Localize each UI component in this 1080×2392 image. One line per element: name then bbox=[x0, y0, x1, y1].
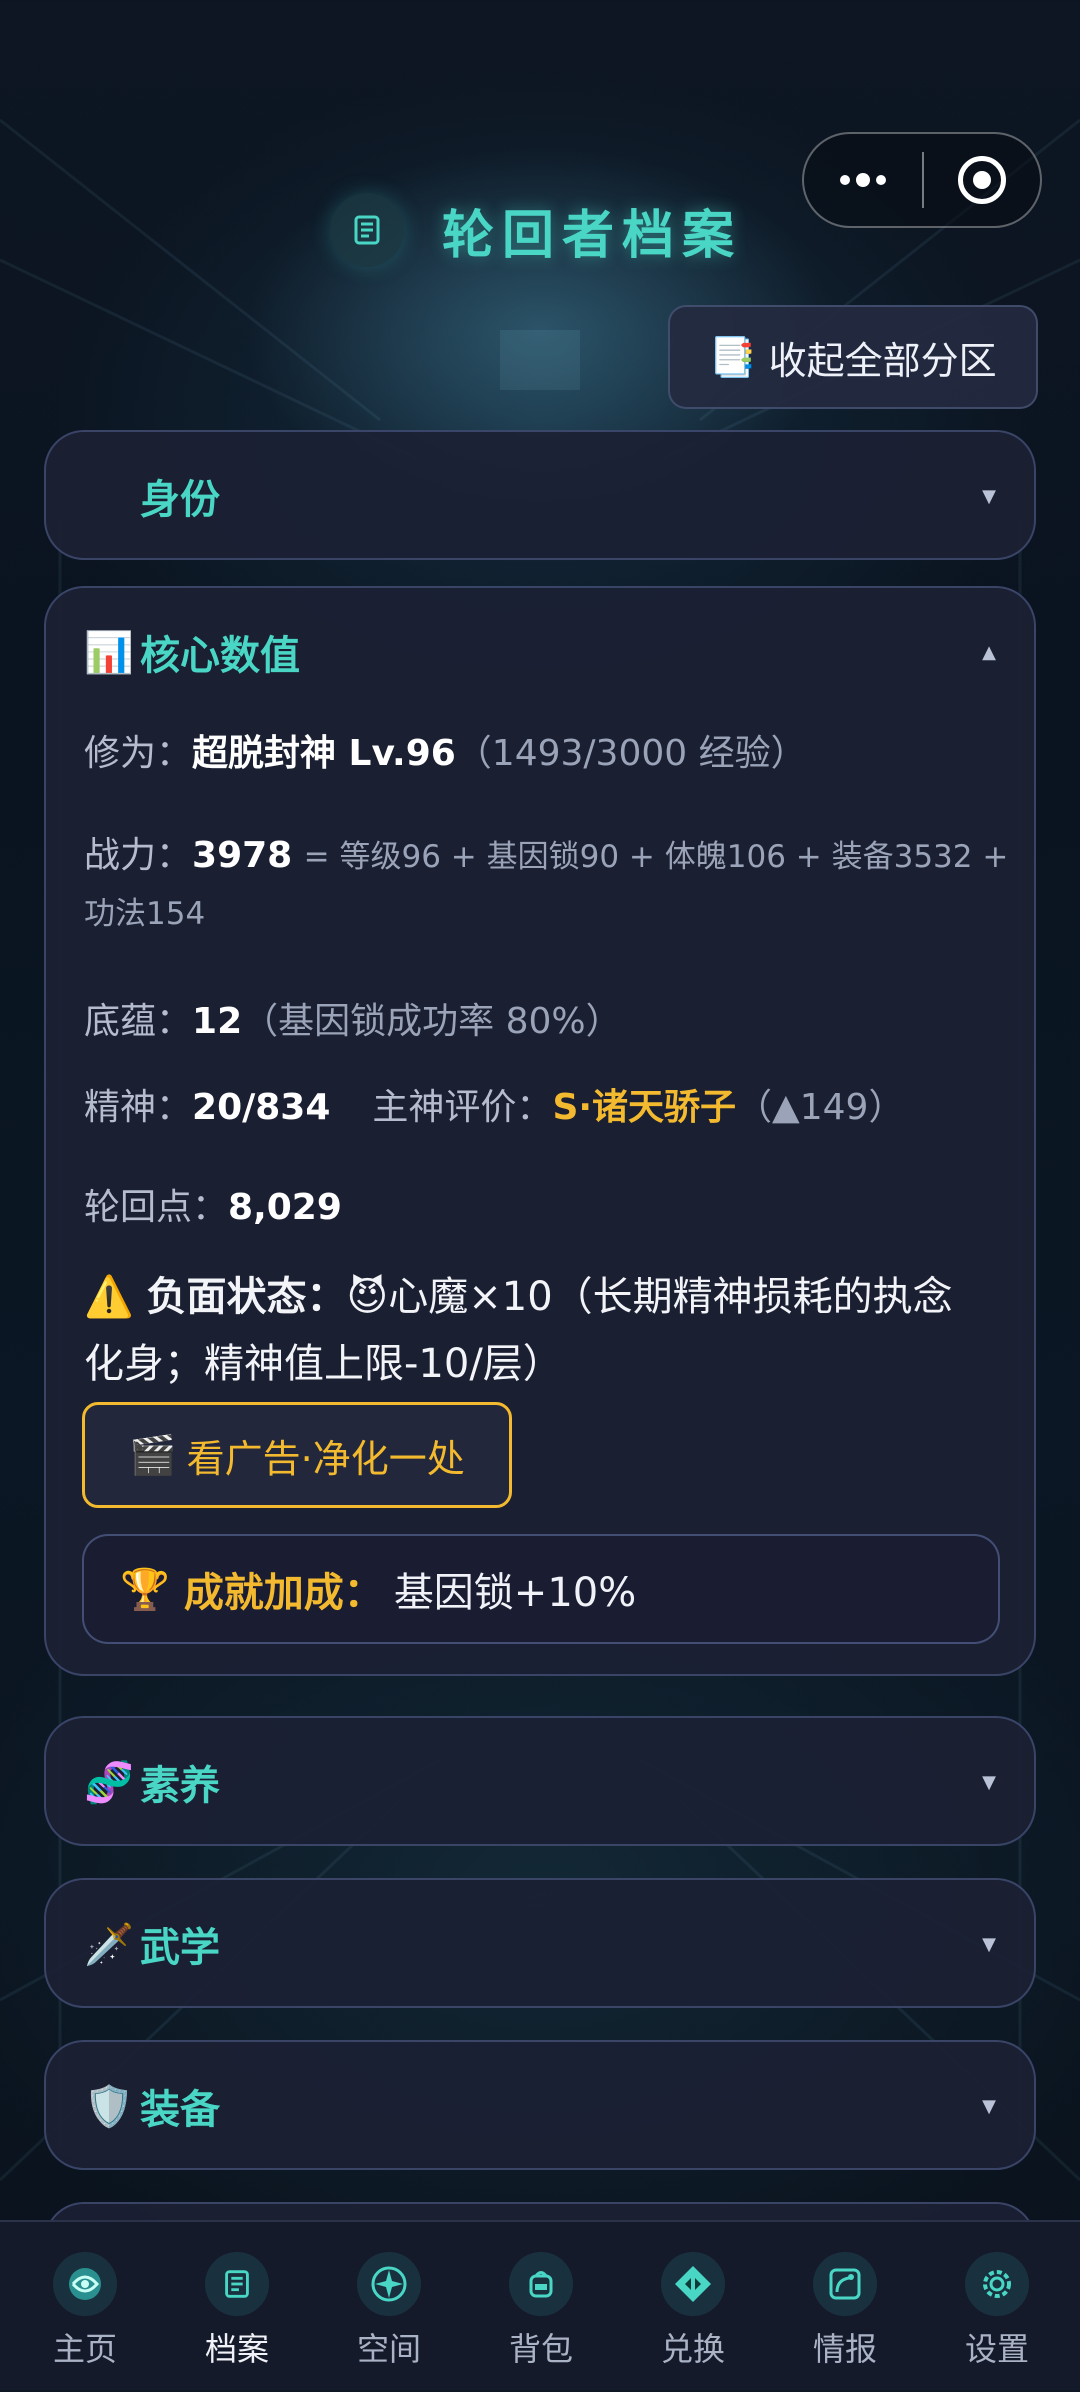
power-formula-cont: 功法154 bbox=[84, 896, 206, 932]
power-value: 3978 bbox=[192, 835, 293, 876]
shield-icon: 🛡️ bbox=[84, 2083, 134, 2130]
backpack-icon bbox=[509, 2252, 573, 2316]
warning-icon: ⚠️ bbox=[84, 1274, 134, 1320]
more-dots-icon[interactable] bbox=[804, 134, 922, 226]
tab-archive[interactable]: 档案 bbox=[162, 2222, 312, 2390]
section-title: 素养 bbox=[140, 1763, 220, 1809]
foundation-row: 底蕴：12（基因锁成功率 80%） bbox=[84, 992, 622, 1044]
dagger-icon: 🗡️ bbox=[84, 1921, 134, 1968]
power-row: 战力：3978 = 等级96 + 基因锁90 + 体魄106 + 装备3532 … bbox=[84, 826, 1008, 878]
section-identity: 身份 ▼ bbox=[44, 430, 1036, 560]
achievement-bonus: 🏆 成就加成： 基因锁+10% bbox=[82, 1534, 1000, 1644]
points-label: 轮回点： bbox=[84, 1187, 229, 1228]
debuff-text-line1: 心魔×10（长期精神损耗的执念 bbox=[388, 1274, 953, 1320]
tab-label: 设置 bbox=[964, 2330, 1029, 2368]
bottom-tab-bar: 主页 档案 空间 背包 兑换 情报 设置 bbox=[0, 2220, 1080, 2390]
chevron-down-icon: ▼ bbox=[982, 1933, 996, 1955]
exchange-icon bbox=[661, 2252, 725, 2316]
trophy-icon: 🏆 bbox=[120, 1566, 170, 1613]
miniprogram-capsule bbox=[802, 132, 1042, 228]
section-title: 武学 bbox=[140, 1925, 220, 1971]
chevron-down-icon: ▼ bbox=[982, 485, 996, 507]
cultivation-label: 修为： bbox=[84, 733, 193, 774]
chevron-down-icon: ▼ bbox=[982, 1771, 996, 1793]
power-formula: = 等级96 + 基因锁90 + 体魄106 + 装备3532 + bbox=[303, 839, 1009, 875]
section-core-header[interactable]: 📊 核心数值 ▲ bbox=[46, 588, 1034, 716]
tab-space[interactable]: 空间 bbox=[314, 2222, 464, 2390]
tab-settings[interactable]: 设置 bbox=[922, 2222, 1072, 2390]
tab-label: 空间 bbox=[356, 2330, 421, 2368]
achievement-label: 成就加成： bbox=[183, 1570, 384, 1616]
compass-star-icon bbox=[357, 2252, 421, 2316]
scroll-icon bbox=[205, 2252, 269, 2316]
dna-icon: 🧬 bbox=[84, 1759, 134, 1806]
chevron-down-icon: ▼ bbox=[982, 2095, 996, 2117]
demon-emoji-icon: 😈 bbox=[346, 1274, 389, 1320]
foundation-rate: （基因锁成功率 80%） bbox=[242, 1001, 622, 1042]
section-equipment: 🛡️ 装备 ▼ bbox=[44, 2040, 1036, 2170]
tab-label: 兑换 bbox=[660, 2330, 725, 2368]
tab-label: 主页 bbox=[52, 2330, 117, 2368]
tab-label: 档案 bbox=[204, 2330, 269, 2368]
foundation-value: 12 bbox=[192, 1001, 243, 1042]
collapse-all-label: 收起全部分区 bbox=[768, 338, 997, 383]
clapper-icon: 🎬 bbox=[129, 1432, 177, 1477]
section-literacy-header[interactable]: 🧬 素养 ▼ bbox=[46, 1718, 1034, 1846]
debuff-status: ⚠️ 负面状态：😈心魔×10（长期精神损耗的执念 化身；精神值上限-10/层） bbox=[84, 1264, 1004, 1398]
tab-backpack[interactable]: 背包 bbox=[466, 2222, 616, 2390]
spirit-label: 精神： bbox=[84, 1087, 193, 1128]
tab-intel[interactable]: 情报 bbox=[770, 2222, 920, 2390]
section-title: 身份 bbox=[140, 477, 220, 523]
section-title: 核心数值 bbox=[140, 633, 300, 679]
foundation-label: 底蕴： bbox=[84, 1001, 193, 1042]
ad-button-label: 看广告·净化一处 bbox=[186, 1436, 465, 1481]
rating-label: 主神评价： bbox=[372, 1087, 553, 1128]
target-icon[interactable] bbox=[924, 156, 1040, 204]
satellite-icon bbox=[813, 2252, 877, 2316]
bar-chart-icon: 📊 bbox=[84, 629, 134, 676]
debuff-text-line2: 化身；精神值上限-10/层） bbox=[84, 1341, 563, 1387]
spirit-value: 20/834 bbox=[192, 1087, 331, 1128]
power-formula-cont-row: 功法154 bbox=[84, 888, 205, 933]
cultivation-row: 修为：超脱封神 Lv.96（1493/3000 经验） bbox=[84, 724, 807, 776]
bookmark-tabs-icon: 📑 bbox=[709, 334, 757, 379]
tab-exchange[interactable]: 兑换 bbox=[618, 2222, 768, 2390]
section-title: 装备 bbox=[140, 2087, 220, 2133]
spirit-row: 精神：20/834 主神评价：S·诸天骄子（▲149） bbox=[84, 1078, 904, 1130]
section-literacy: 🧬 素养 ▼ bbox=[44, 1716, 1036, 1846]
points-value: 8,029 bbox=[228, 1187, 342, 1228]
tab-label: 背包 bbox=[508, 2330, 573, 2368]
section-martial: 🗡️ 武学 ▼ bbox=[44, 1878, 1036, 2008]
section-identity-header[interactable]: 身份 ▼ bbox=[46, 432, 1034, 560]
achievement-value: 基因锁+10% bbox=[393, 1570, 637, 1616]
swirl-icon bbox=[53, 2252, 117, 2316]
chevron-up-icon: ▲ bbox=[982, 641, 996, 663]
watch-ad-purify-button[interactable]: 🎬 看广告·净化一处 bbox=[82, 1402, 512, 1508]
cultivation-value: 超脱封神 Lv.96 bbox=[192, 733, 456, 774]
scroll-icon bbox=[330, 193, 404, 267]
section-equipment-header[interactable]: 🛡️ 装备 ▼ bbox=[46, 2042, 1034, 2170]
rating-value: S·诸天骄子 bbox=[552, 1087, 737, 1128]
section-core-values: 📊 核心数值 ▲ 修为：超脱封神 Lv.96（1493/3000 经验） 战力：… bbox=[44, 586, 1036, 1676]
cultivation-exp: （1493/3000 经验） bbox=[455, 733, 807, 774]
power-label: 战力： bbox=[84, 835, 193, 876]
debuff-label: 负面状态： bbox=[146, 1274, 347, 1320]
page-title: 轮回者档案 bbox=[442, 205, 743, 266]
section-martial-header[interactable]: 🗡️ 武学 ▼ bbox=[46, 1880, 1034, 2008]
gear-icon bbox=[965, 2252, 1029, 2316]
tab-label: 情报 bbox=[812, 2330, 877, 2368]
page-header: 轮回者档案 bbox=[330, 190, 742, 270]
collapse-all-button[interactable]: 📑 收起全部分区 bbox=[668, 305, 1038, 409]
rating-rank-change: （▲149） bbox=[736, 1087, 905, 1128]
tab-home[interactable]: 主页 bbox=[10, 2222, 160, 2390]
points-row: 轮回点：8,029 bbox=[84, 1178, 342, 1230]
